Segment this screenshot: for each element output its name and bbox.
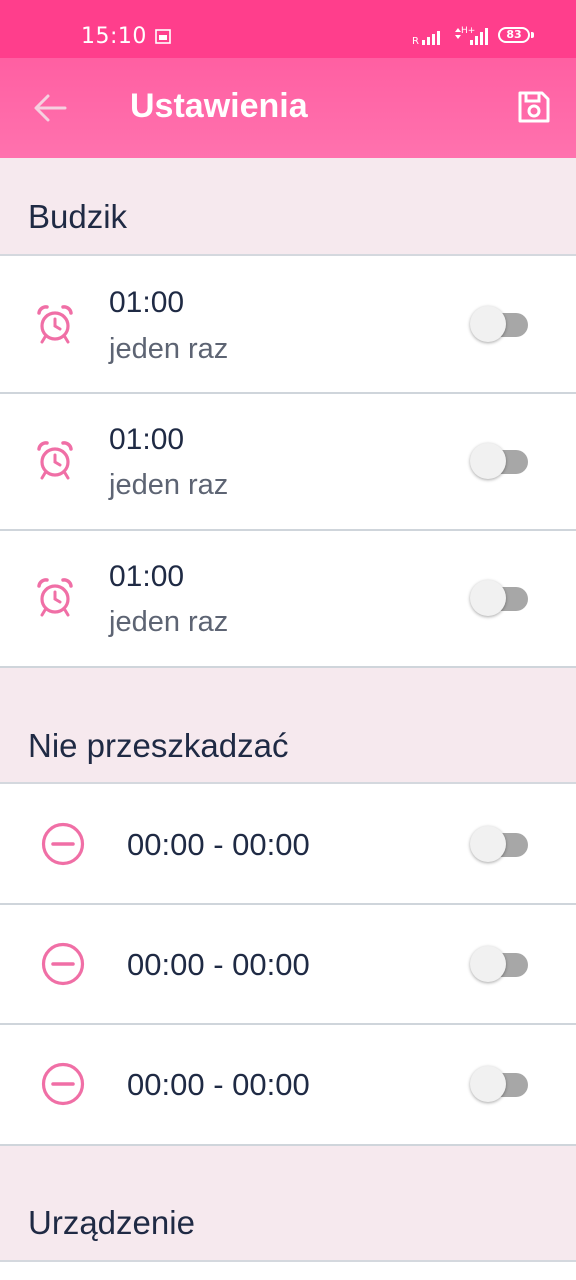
section-label: Nie przeszkadzać xyxy=(28,727,289,764)
signal-icon: R xyxy=(412,31,440,46)
toggle-thumb xyxy=(470,306,506,342)
alarm-row[interactable]: 01:00 jeden raz xyxy=(0,531,576,668)
toggle-thumb xyxy=(470,580,506,616)
section-header-alarm: Budzik xyxy=(0,158,576,256)
alarm-time: 01:00 xyxy=(109,286,185,319)
alarm-toggle[interactable] xyxy=(470,305,530,343)
page-title: Ustawienia xyxy=(130,87,308,125)
toggle-thumb xyxy=(470,826,506,862)
battery-icon: 83 xyxy=(498,27,530,43)
alarm-time: 01:00 xyxy=(109,423,185,456)
back-button[interactable] xyxy=(30,88,70,128)
save-icon xyxy=(518,91,550,123)
toggle-thumb xyxy=(470,1066,506,1102)
do-not-disturb-icon xyxy=(41,942,85,986)
alarm-repeat: jeden raz xyxy=(109,606,229,638)
alarm-toggle[interactable] xyxy=(470,442,530,480)
status-time: 15:10 xyxy=(81,24,147,49)
alarm-clock-icon xyxy=(37,305,73,344)
app-bar: Ustawienia xyxy=(0,58,576,158)
svg-text:R: R xyxy=(412,36,419,46)
battery-tip xyxy=(531,32,534,38)
notification-icon xyxy=(155,29,171,44)
do-not-disturb-icon xyxy=(41,822,85,866)
section-label: Budzik xyxy=(28,198,128,235)
dnd-range: 00:00 - 00:00 xyxy=(127,947,310,982)
save-button[interactable] xyxy=(515,88,553,126)
alarm-repeat: jeden raz xyxy=(109,469,229,501)
dnd-toggle[interactable] xyxy=(470,945,530,983)
dnd-row[interactable]: 00:00 - 00:00 xyxy=(0,905,576,1025)
status-bar: 15:10 R H+ 83 xyxy=(0,0,576,58)
network-type: H+ xyxy=(461,26,475,36)
alarm-row[interactable]: 01:00 jeden raz xyxy=(0,394,576,531)
alarm-clock-icon xyxy=(37,578,73,617)
section-label: Urządzenie xyxy=(28,1204,195,1241)
dnd-row[interactable]: 00:00 - 00:00 xyxy=(0,1025,576,1146)
do-not-disturb-icon xyxy=(41,1062,85,1106)
section-header-device: Urządzenie xyxy=(0,1146,576,1262)
dnd-range: 00:00 - 00:00 xyxy=(127,1067,310,1102)
alarm-time: 01:00 xyxy=(109,560,185,593)
alarm-toggle[interactable] xyxy=(470,579,530,617)
section-header-dnd: Nie przeszkadzać xyxy=(0,668,576,784)
dnd-row[interactable]: 00:00 - 00:00 xyxy=(0,784,576,905)
alarm-row[interactable]: 01:00 jeden raz xyxy=(0,256,576,394)
dnd-toggle[interactable] xyxy=(470,825,530,863)
alarm-repeat: jeden raz xyxy=(109,333,229,365)
arrow-left-icon xyxy=(34,94,67,122)
toggle-thumb xyxy=(470,946,506,982)
dnd-range: 00:00 - 00:00 xyxy=(127,827,310,862)
dnd-toggle[interactable] xyxy=(470,1065,530,1103)
device-row-partial xyxy=(0,1262,576,1280)
mobile-data-icon: H+ xyxy=(455,26,488,45)
toggle-thumb xyxy=(470,443,506,479)
alarm-clock-icon xyxy=(37,441,73,480)
